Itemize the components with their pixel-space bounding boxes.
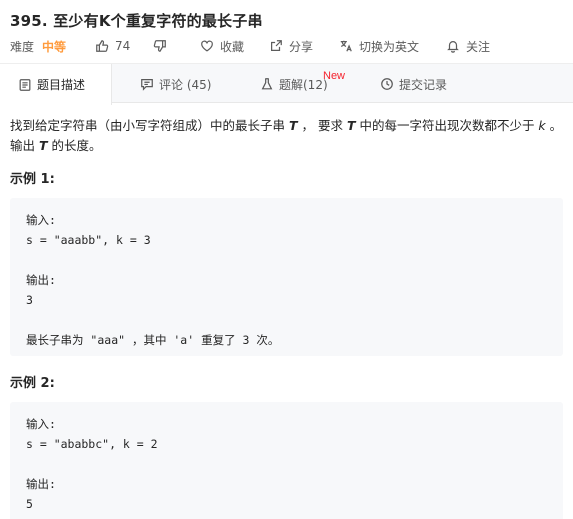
tab-submissions[interactable]: 提交记录 bbox=[380, 64, 447, 104]
document-icon bbox=[19, 78, 31, 91]
desc-var-t: T bbox=[288, 118, 298, 133]
code-line: 3 bbox=[26, 293, 33, 307]
problem-tabs: 题目描述 评论 (45) 题解(12) 提交记录 New bbox=[0, 63, 573, 105]
like-count: 74 bbox=[115, 39, 131, 53]
difficulty-label: 难度 bbox=[10, 39, 35, 54]
heart-icon bbox=[201, 40, 213, 52]
example-1-code-block: 输入: s = "aaabb", k = 3 ​ 输出: 3 ​ 最长子串为 "aaa" ，… bbox=[10, 198, 563, 356]
problem-meta-bar: 难度 中等 74 收藏 分享 切换为英文 关注 bbox=[10, 38, 490, 55]
problem-description: 找到给定字符串（由小写字符组成）中的最长子串 T ， 要求 T 中的每一字符出现… bbox=[10, 116, 566, 156]
code-line: 输出: bbox=[26, 273, 56, 287]
example-1-title: 示例 1: bbox=[10, 172, 55, 187]
switch-language-button[interactable]: 切换为英文 bbox=[339, 38, 419, 55]
thumbs-down-icon bbox=[153, 40, 166, 52]
tab-comments-label: 评论 (45) bbox=[159, 77, 212, 92]
code-line: 输出: bbox=[26, 477, 56, 491]
desc-text: ， 要求 bbox=[297, 118, 347, 133]
code-line: s = "aaabb", k = 3 bbox=[26, 233, 151, 247]
translate-icon bbox=[340, 40, 352, 52]
clock-icon bbox=[381, 78, 393, 90]
tab-submissions-label: 提交记录 bbox=[399, 77, 448, 92]
comment-icon bbox=[141, 79, 153, 91]
share-label: 分享 bbox=[289, 39, 314, 54]
desc-text: 中的每一字符出现次数都不少于 bbox=[355, 118, 539, 133]
follow-button[interactable]: 关注 bbox=[446, 38, 490, 55]
desc-text: 找到给定字符串（由小写字符组成）中的最长子串 bbox=[10, 118, 289, 133]
like-button[interactable]: 74 bbox=[95, 39, 130, 53]
tab-solutions[interactable]: 题解(12) bbox=[260, 64, 328, 104]
follow-label: 关注 bbox=[466, 39, 491, 54]
new-badge: New bbox=[323, 70, 346, 82]
code-line: 输入: bbox=[26, 213, 56, 227]
difficulty-value: 中等 bbox=[42, 39, 67, 54]
tab-description-label: 题目描述 bbox=[37, 78, 86, 92]
desc-text: 的长度。 bbox=[47, 138, 102, 153]
code-line: 5 bbox=[26, 497, 33, 511]
code-line: ​ bbox=[26, 454, 547, 474]
share-button[interactable]: 分享 bbox=[269, 38, 313, 55]
problem-title: 395. 至少有K个重复字符的最长子串 bbox=[10, 12, 263, 30]
example-2-title: 示例 2: bbox=[10, 376, 55, 391]
code-line: 输入: bbox=[26, 417, 56, 431]
desc-var-t: T bbox=[38, 138, 48, 153]
share-icon bbox=[271, 40, 282, 51]
tab-solutions-label: 题解(12) bbox=[279, 77, 328, 92]
switch-language-label: 切换为英文 bbox=[359, 39, 420, 54]
desc-var-k: k bbox=[538, 118, 546, 133]
bell-icon bbox=[447, 41, 459, 53]
dislike-button[interactable] bbox=[153, 39, 173, 53]
tab-comments[interactable]: 评论 (45) bbox=[140, 64, 211, 104]
flask-icon bbox=[261, 78, 273, 90]
favorite-label: 收藏 bbox=[220, 39, 245, 54]
difficulty: 难度 中等 bbox=[10, 38, 66, 55]
example-2-code-block: 输入: s = "ababbc", k = 2 ​ 输出: 5 bbox=[10, 402, 563, 519]
tab-description[interactable]: 题目描述 bbox=[0, 64, 112, 105]
code-line: s = "ababbc", k = 2 bbox=[26, 437, 158, 451]
thumbs-up-icon bbox=[96, 40, 109, 52]
code-line: ​ bbox=[26, 250, 547, 270]
code-line: ​ bbox=[26, 310, 547, 330]
code-line: 最长子串为 "aaa" ，其中 'a' 重复了 3 次。 bbox=[26, 333, 280, 347]
favorite-button[interactable]: 收藏 bbox=[200, 38, 244, 55]
